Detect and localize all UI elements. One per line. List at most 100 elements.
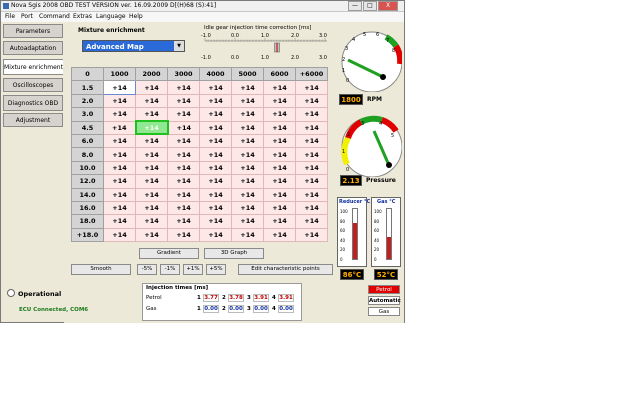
map-cell[interactable]: +14	[103, 133, 136, 149]
map-cell[interactable]: +14	[263, 227, 296, 243]
map-cell[interactable]: +14	[263, 200, 296, 216]
map-cell[interactable]: +14	[263, 93, 296, 109]
plus-5-button[interactable]: +5%	[206, 264, 226, 275]
map-cell[interactable]: +14	[103, 80, 136, 95]
map-cell[interactable]: +14	[103, 200, 136, 216]
map-cell[interactable]: +14	[199, 174, 232, 189]
map-cell[interactable]: +14	[167, 200, 200, 216]
map-cell[interactable]: +14	[103, 227, 136, 243]
map-cell[interactable]: +14	[199, 187, 232, 202]
map-cell[interactable]: +14	[295, 80, 328, 95]
nav-parameters[interactable]: Parameters	[3, 24, 63, 38]
map-cell[interactable]: +14	[103, 214, 136, 229]
map-cell[interactable]: +14	[263, 147, 296, 162]
map-cell[interactable]: +14	[134, 120, 169, 136]
map-cell[interactable]: +14	[167, 107, 200, 122]
menu-language[interactable]: Language	[96, 13, 126, 20]
map-cell[interactable]: +14	[295, 227, 328, 243]
map-cell[interactable]: +14	[231, 80, 264, 95]
map-cell[interactable]: +14	[295, 160, 328, 176]
minus-5-button[interactable]: -5%	[137, 264, 157, 275]
nav-adjustment[interactable]: Adjustment	[3, 113, 63, 127]
gas-mode-button[interactable]: Gas	[368, 307, 400, 316]
map-cell[interactable]: +14	[199, 80, 232, 95]
menu-extras[interactable]: Extras	[73, 13, 92, 20]
map-cell[interactable]: +14	[263, 187, 296, 202]
nav-autoadaptation[interactable]: Autoadaptation	[3, 41, 63, 55]
map-cell[interactable]: +14	[167, 147, 200, 162]
maximize-button[interactable]: □	[363, 1, 377, 11]
smooth-button[interactable]: Smooth	[71, 264, 131, 275]
nav-diagnostics-obd[interactable]: Diagnostics OBD	[3, 95, 63, 111]
map-cell[interactable]: +14	[167, 214, 200, 229]
map-cell[interactable]: +14	[167, 174, 200, 189]
map-cell[interactable]: +14	[295, 93, 328, 109]
map-cell[interactable]: +14	[295, 174, 328, 189]
menu-help[interactable]: Help	[129, 13, 143, 20]
edit-characteristic-points-button[interactable]: Edit characteristic points	[238, 264, 333, 275]
plus-1-button[interactable]: +1%	[183, 264, 203, 275]
map-cell[interactable]: +14	[231, 107, 264, 122]
menu-port[interactable]: Port	[21, 13, 33, 20]
map-cell[interactable]: +14	[231, 174, 264, 189]
map-cell[interactable]: +14	[295, 120, 328, 135]
map-cell[interactable]: +14	[231, 120, 264, 135]
map-cell[interactable]: +14	[295, 133, 328, 149]
nav-oscilloscopes[interactable]: Oscilloscopes	[3, 78, 63, 92]
map-cell[interactable]: +14	[199, 214, 232, 229]
mixture-mode-select[interactable]: Advanced Map ▼	[82, 40, 185, 52]
menu-command[interactable]: Command	[39, 13, 70, 20]
map-cell[interactable]: +14	[135, 133, 168, 149]
menu-file[interactable]: File	[5, 13, 15, 20]
map-cell[interactable]: +14	[295, 187, 328, 202]
map-cell[interactable]: +14	[167, 227, 200, 243]
map-cell[interactable]: +14	[295, 147, 328, 162]
map-cell[interactable]: +14	[199, 120, 232, 135]
map-cell[interactable]: +14	[263, 160, 296, 176]
operational-radio[interactable]	[7, 289, 15, 297]
map-cell[interactable]: +14	[167, 187, 200, 202]
map-cell[interactable]: +14	[231, 147, 264, 162]
map-cell[interactable]: +14	[199, 147, 232, 162]
map-cell[interactable]: +14	[199, 133, 232, 149]
map-cell[interactable]: +14	[103, 174, 136, 189]
map-cell[interactable]: +14	[103, 93, 136, 109]
map-cell[interactable]: +14	[135, 93, 168, 109]
map-cell[interactable]: +14	[295, 200, 328, 216]
gradient-button[interactable]: Gradient	[139, 248, 199, 259]
idle-gear-slider[interactable]: -1.0 0.0 1.0 2.0 3.0 -1.0 0.0 1.0 2.0 3.…	[201, 31, 332, 61]
map-cell[interactable]: +14	[231, 200, 264, 216]
map-cell[interactable]: +14	[167, 93, 200, 109]
map-cell[interactable]: +14	[167, 133, 200, 149]
automatic-mode-button[interactable]: Automatic	[368, 296, 401, 305]
map-cell[interactable]: +14	[263, 80, 296, 95]
map-cell[interactable]: +14	[199, 160, 232, 176]
map-cell[interactable]: +14	[167, 120, 200, 135]
minus-1-button[interactable]: -1%	[160, 264, 180, 275]
map-cell[interactable]: +14	[199, 107, 232, 122]
map-cell[interactable]: +14	[231, 214, 264, 229]
map-cell[interactable]: +14	[103, 160, 136, 176]
map-cell[interactable]: +14	[199, 227, 232, 243]
map-cell[interactable]: +14	[167, 160, 200, 176]
map-cell[interactable]: +14	[263, 120, 296, 135]
map-cell[interactable]: +14	[295, 214, 328, 229]
map-cell[interactable]: +14	[103, 120, 136, 135]
3d-graph-button[interactable]: 3D Graph	[204, 248, 264, 259]
petrol-mode-button[interactable]: Petrol	[368, 285, 400, 294]
map-cell[interactable]: +14	[135, 147, 168, 162]
map-cell[interactable]: +14	[263, 107, 296, 122]
chevron-down-icon[interactable]: ▼	[174, 41, 184, 51]
map-cell[interactable]: +14	[231, 227, 264, 243]
close-button[interactable]: X	[378, 1, 398, 11]
map-cell[interactable]: +14	[231, 133, 264, 149]
map-cell[interactable]: +14	[135, 174, 168, 189]
map-cell[interactable]: +14	[135, 227, 168, 243]
map-cell[interactable]: +14	[263, 174, 296, 189]
map-cell[interactable]: +14	[199, 93, 232, 109]
map-cell[interactable]: +14	[231, 93, 264, 109]
map-cell[interactable]: +14	[103, 107, 136, 122]
map-cell[interactable]: +14	[231, 187, 264, 202]
map-cell[interactable]: +14	[135, 214, 168, 229]
map-cell[interactable]: +14	[167, 80, 200, 95]
